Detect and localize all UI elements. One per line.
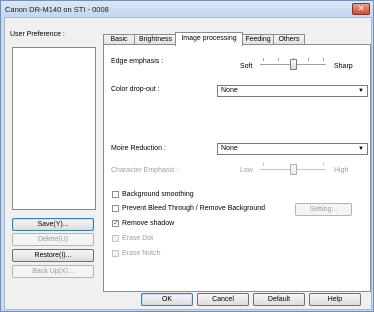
remove-shadow-checkbox[interactable]: ✓ <box>112 220 119 227</box>
edge-soft-label: Soft <box>240 63 253 70</box>
close-button[interactable]: ✕ <box>352 3 370 15</box>
background-smoothing-checkbox[interactable] <box>112 191 119 198</box>
title-bar[interactable]: Canon DR-M140 on STI - 0008 ✕ <box>1 1 373 16</box>
edge-emphasis-label: Edge emphasis : <box>111 58 164 65</box>
chevron-down-icon: ▼ <box>358 88 364 94</box>
erase-dot-checkbox[interactable] <box>112 235 119 242</box>
character-low-label: Low <box>240 167 253 174</box>
erase-dot-label: Erase Dot <box>122 235 154 242</box>
background-smoothing-label: Background smoothing <box>122 191 194 198</box>
close-icon: ✕ <box>357 4 365 13</box>
default-button[interactable]: Default <box>253 293 305 306</box>
edge-emphasis-thumb[interactable] <box>290 59 297 70</box>
character-emphasis-slider[interactable] <box>260 163 326 175</box>
window-title: Canon DR-M140 on STI - 0008 <box>5 5 109 14</box>
character-high-label: High <box>334 167 349 174</box>
ok-button[interactable]: OK <box>141 293 193 306</box>
moire-reduction-select[interactable]: None ▼ <box>217 143 368 155</box>
setting-button[interactable]: Setting... <box>295 203 352 216</box>
edge-sharp-label: Sharp <box>334 63 353 70</box>
color-dropout-value: None <box>221 87 238 94</box>
user-preference-label: User Preference : <box>10 31 65 38</box>
erase-notch-checkbox[interactable] <box>112 250 119 257</box>
restore-preference-button[interactable]: Restore(I)... <box>12 249 94 262</box>
dialog-window: Canon DR-M140 on STI - 0008 ✕ User Prefe… <box>0 0 374 312</box>
check-icon: ✓ <box>113 220 119 227</box>
dialog-body: User Preference : Save(Y)... Delete(U) R… <box>4 17 372 310</box>
edge-emphasis-slider[interactable] <box>260 58 326 70</box>
image-processing-panel: Edge emphasis : Soft Sharp Color drop-ou… <box>103 44 371 292</box>
moire-reduction-value: None <box>221 145 238 152</box>
user-preference-list[interactable] <box>12 47 96 210</box>
delete-preference-button[interactable]: Delete(U) <box>12 233 94 246</box>
remove-shadow-label: Remove shadow <box>122 220 175 227</box>
character-emphasis-thumb[interactable] <box>290 164 297 175</box>
moire-reduction-label: Moire Reduction : <box>111 145 166 152</box>
backup-preference-button[interactable]: Back Up(X)... <box>12 265 94 278</box>
tab-image-processing[interactable]: Image processing <box>175 32 243 46</box>
cancel-button[interactable]: Cancel <box>197 293 249 306</box>
color-dropout-label: Color drop-out : <box>111 86 160 93</box>
character-emphasis-label: Character Emphasis : <box>111 167 179 174</box>
erase-notch-label: Erase Notch <box>122 250 161 257</box>
color-dropout-select[interactable]: None ▼ <box>217 85 368 97</box>
help-button[interactable]: Help <box>309 293 361 306</box>
chevron-down-icon: ▼ <box>358 146 364 152</box>
save-preference-button[interactable]: Save(Y)... <box>12 218 94 231</box>
prevent-bleed-label: Prevent Bleed Through / Remove Backgroun… <box>122 205 266 212</box>
prevent-bleed-checkbox[interactable] <box>112 205 119 212</box>
